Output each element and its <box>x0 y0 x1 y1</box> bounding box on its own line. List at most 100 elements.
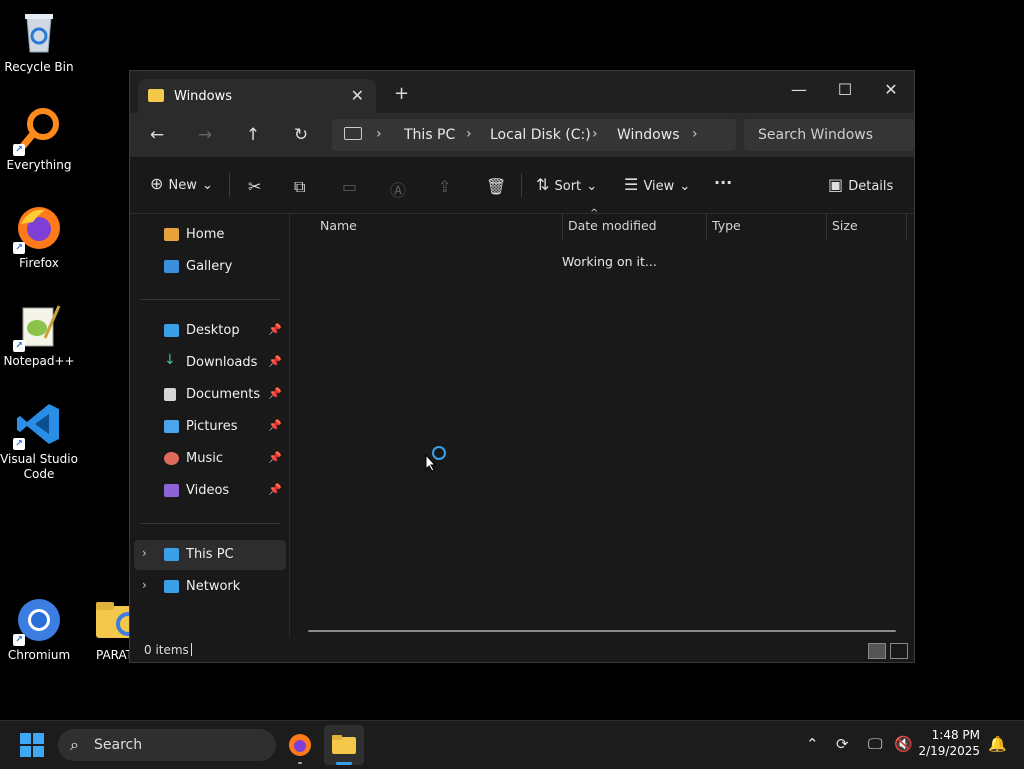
view-label: View <box>643 179 675 194</box>
sidebar-item-network[interactable]: › Network <box>134 572 286 602</box>
chevron-right-icon[interactable]: › <box>142 578 147 592</box>
navigation-bar: ← → ↑ ↻ › This PC › Local Disk (C:) › Wi… <box>130 113 914 157</box>
sidebar-item-music[interactable]: Music 📌 <box>134 444 286 474</box>
new-button[interactable]: ⊕ New ⌄ <box>150 174 213 193</box>
paste-icon[interactable]: ▭ <box>342 177 357 196</box>
chevron-right-icon[interactable]: › <box>142 546 147 560</box>
more-options-icon[interactable]: ··· <box>714 173 732 192</box>
pin-icon: 📌 <box>268 323 282 336</box>
refresh-icon[interactable]: ↻ <box>289 123 313 147</box>
chevron-right-icon[interactable]: › <box>376 126 382 142</box>
minimize-button[interactable]: — <box>776 75 822 105</box>
desktop-icon-everything[interactable]: ↗ Everything <box>0 106 78 173</box>
gallery-icon <box>164 260 179 273</box>
sidebar-item-documents[interactable]: Documents 📌 <box>134 380 286 410</box>
column-header-size[interactable]: Size <box>832 218 858 233</box>
new-label: New <box>168 178 197 193</box>
sidebar-item-pictures[interactable]: Pictures 📌 <box>134 412 286 442</box>
desktop-icon-label: Chromium <box>7 648 71 662</box>
chevron-right-icon[interactable]: › <box>466 126 472 142</box>
command-bar: ⊕ New ⌄ ✂ ⧉ ▭ Ⓐ ⇪ 🗑 ⇅ Sort ⌄ ☰ View ⌄ ··… <box>130 157 914 214</box>
desktop-icon-label: Recycle Bin <box>4 60 74 74</box>
home-icon <box>164 228 179 241</box>
search-box[interactable]: Search Windows <box>744 119 914 151</box>
details-pane-icon: ▣ <box>828 175 844 194</box>
sidebar-item-videos[interactable]: Videos 📌 <box>134 476 286 506</box>
sidebar-item-label: Documents <box>186 387 261 402</box>
details-button[interactable]: ▣ Details <box>828 175 893 194</box>
column-divider[interactable] <box>562 214 563 240</box>
breadcrumb-local-disk[interactable]: Local Disk (C:) <box>490 127 591 143</box>
details-view-toggle[interactable] <box>868 643 886 659</box>
taskbar-search-label: Search <box>94 737 143 753</box>
network-status-icon[interactable]: 🖵 <box>868 735 882 753</box>
copy-icon[interactable]: ⧉ <box>294 177 305 197</box>
maximize-button[interactable]: ☐ <box>822 75 868 105</box>
status-caret <box>191 643 192 656</box>
column-divider[interactable] <box>706 214 707 240</box>
notifications-bell-icon[interactable]: 🔔 <box>988 735 1007 753</box>
vscode-icon: ↗ <box>13 400 63 450</box>
shortcut-arrow-icon: ↗ <box>13 438 25 450</box>
divider <box>140 299 280 300</box>
column-header-name[interactable]: Name <box>320 218 357 233</box>
desktop-icon-vscode[interactable]: ↗ Visual Studio Code <box>0 400 78 482</box>
pictures-icon <box>164 420 179 433</box>
desktop-icon-recycle-bin[interactable]: Recycle Bin <box>0 8 78 75</box>
sort-button[interactable]: ⇅ Sort ⌄ <box>536 175 597 194</box>
taskbar-file-explorer-icon[interactable] <box>324 725 364 765</box>
sync-alert-icon[interactable]: ⟳ <box>836 735 849 753</box>
breadcrumb-this-pc[interactable]: This PC <box>404 127 455 143</box>
details-label: Details <box>848 179 894 194</box>
folder-icon <box>148 89 164 102</box>
column-header-date-modified[interactable]: Date modified <box>568 218 657 233</box>
chevron-right-icon[interactable]: › <box>692 126 698 142</box>
breadcrumb-windows[interactable]: Windows <box>617 127 680 143</box>
horizontal-scrollbar[interactable] <box>308 630 896 632</box>
column-divider[interactable] <box>826 214 827 240</box>
show-hidden-icons-chevron-up-icon[interactable]: ⌃ <box>806 735 819 753</box>
chevron-down-icon: ⌄ <box>201 178 213 193</box>
rename-icon[interactable]: Ⓐ <box>390 177 406 201</box>
sidebar-item-downloads[interactable]: ↓ Downloads 📌 <box>134 348 286 378</box>
sort-icon: ⇅ <box>536 175 550 194</box>
sidebar-item-home[interactable]: Home <box>134 220 286 250</box>
taskbar-search-box[interactable]: ⌕ Search <box>58 729 276 761</box>
taskbar-firefox-icon[interactable] <box>280 725 320 765</box>
clock-date: 2/19/2025 <box>918 744 980 758</box>
chevron-right-icon[interactable]: › <box>592 126 598 142</box>
sidebar-item-this-pc[interactable]: › This PC <box>134 540 286 570</box>
address-bar[interactable]: › This PC › Local Disk (C:) › Windows › <box>332 119 736 151</box>
sidebar-item-label: Pictures <box>186 419 238 434</box>
clock[interactable]: 1:48 PM 2/19/2025 <box>918 727 980 759</box>
desktop-icon-parat[interactable]: PARAT <box>74 596 134 663</box>
large-icons-view-toggle[interactable] <box>890 643 908 659</box>
start-windows-icon[interactable] <box>20 733 44 757</box>
sidebar-item-desktop[interactable]: Desktop 📌 <box>134 316 286 346</box>
share-icon[interactable]: ⇪ <box>438 177 451 196</box>
desktop-icon-chromium[interactable]: ↗ Chromium <box>0 596 78 663</box>
back-arrow-icon[interactable]: ← <box>145 123 169 147</box>
folder-icon <box>94 596 134 644</box>
new-tab-button[interactable]: + <box>394 83 409 104</box>
up-arrow-icon[interactable]: ↑ <box>241 123 265 147</box>
tab-windows[interactable]: Windows ✕ <box>138 79 376 113</box>
column-header-type[interactable]: Type <box>712 218 741 233</box>
delete-icon[interactable]: 🗑 <box>486 177 506 196</box>
mouse-cursor-icon <box>425 453 437 476</box>
divider <box>140 523 280 524</box>
download-icon: ↓ <box>164 352 176 368</box>
status-bar: 0 items <box>130 638 914 662</box>
column-divider[interactable] <box>906 214 907 240</box>
desktop-icon-notepadpp[interactable]: ↗ Notepad++ <box>0 302 78 369</box>
volume-muted-icon[interactable]: 🔇 <box>894 735 913 753</box>
close-button[interactable]: ✕ <box>868 75 914 105</box>
tab-close-icon[interactable]: ✕ <box>351 86 364 105</box>
forward-arrow-icon[interactable]: → <box>193 123 217 147</box>
sidebar-item-label: Desktop <box>186 323 240 338</box>
sidebar-item-label: Music <box>186 451 223 466</box>
cut-icon[interactable]: ✂ <box>248 177 261 196</box>
view-button[interactable]: ☰ View ⌄ <box>624 175 690 194</box>
sidebar-item-gallery[interactable]: Gallery <box>134 252 286 282</box>
desktop-icon-firefox[interactable]: ↗ Firefox <box>0 204 78 271</box>
